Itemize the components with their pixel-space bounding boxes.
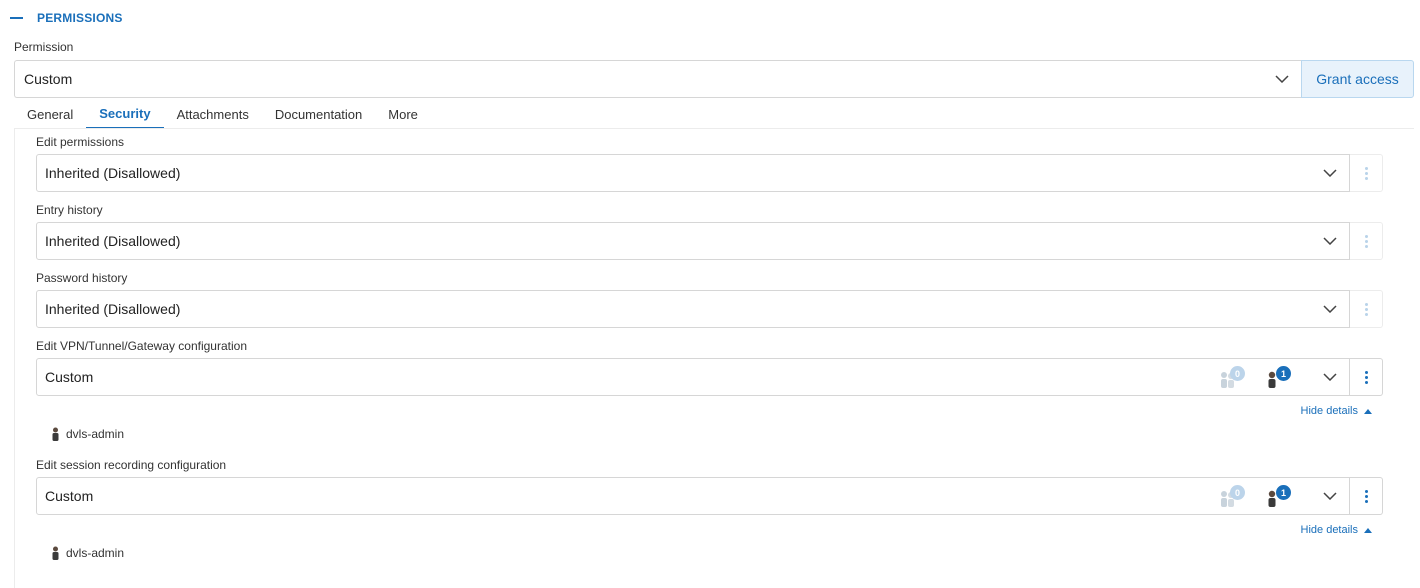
tab-documentation[interactable]: Documentation <box>262 102 375 127</box>
user-icon <box>51 546 60 560</box>
tab-bar: General Security Attachments Documentati… <box>14 102 431 129</box>
kebab-menu-icon[interactable] <box>1350 222 1383 260</box>
assigned-user: dvls-admin <box>51 546 124 560</box>
users-group-icon[interactable]: 0 <box>1219 366 1245 388</box>
triangle-up-icon <box>1364 527 1372 533</box>
field-value: Inherited (Disallowed) <box>45 233 181 249</box>
field-row-edit-permissions: Inherited (Disallowed) <box>36 154 1383 192</box>
security-panel: Edit permissions Inherited (Disallowed) … <box>14 128 1414 588</box>
permission-value: Custom <box>24 71 73 87</box>
hide-details-link[interactable]: Hide details <box>1301 405 1372 417</box>
session-recording-select[interactable]: Custom 0 1 <box>36 477 1350 515</box>
field-row-password-history: Inherited (Disallowed) <box>36 290 1383 328</box>
assigned-user: dvls-admin <box>51 427 124 441</box>
chevron-down-icon <box>1275 75 1289 83</box>
permission-row: Custom Grant access <box>14 60 1414 98</box>
tab-general[interactable]: General <box>14 102 86 127</box>
kebab-menu-icon[interactable] <box>1350 154 1383 192</box>
user-name: dvls-admin <box>66 546 125 560</box>
permission-label: Permission <box>14 40 74 54</box>
field-label-edit-permissions: Edit permissions <box>36 135 125 149</box>
field-row-vpn-config: Custom 0 1 <box>36 358 1383 396</box>
chevron-down-icon <box>1323 305 1337 313</box>
chevron-down-icon <box>1323 492 1337 500</box>
hide-details-label: Hide details <box>1300 524 1358 536</box>
permissions-section-header[interactable]: PERMISSIONS <box>10 10 123 26</box>
vpn-config-select[interactable]: Custom 0 1 <box>36 358 1350 396</box>
grant-access-button[interactable]: Grant access <box>1301 60 1414 98</box>
user-icon[interactable]: 1 <box>1265 485 1291 507</box>
field-value: Inherited (Disallowed) <box>45 301 181 317</box>
field-row-session-recording: Custom 0 1 <box>36 477 1383 515</box>
entry-history-select[interactable]: Inherited (Disallowed) <box>36 222 1350 260</box>
group-count-badge: 0 <box>1230 485 1245 500</box>
triangle-up-icon <box>1364 408 1372 414</box>
minus-icon[interactable] <box>10 17 23 19</box>
user-count-badge: 1 <box>1276 366 1291 381</box>
users-group-icon[interactable]: 0 <box>1219 485 1245 507</box>
user-count-badge: 1 <box>1276 485 1291 500</box>
tab-attachments[interactable]: Attachments <box>164 102 262 127</box>
field-row-entry-history: Inherited (Disallowed) <box>36 222 1383 260</box>
hide-details-label: Hide details <box>1300 405 1358 417</box>
field-label-entry-history: Entry history <box>36 203 103 217</box>
field-label-session-recording: Edit session recording configuration <box>36 458 227 472</box>
edit-permissions-select[interactable]: Inherited (Disallowed) <box>36 154 1350 192</box>
kebab-menu-icon[interactable] <box>1350 477 1383 515</box>
chevron-down-icon <box>1323 237 1337 245</box>
chevron-down-icon <box>1323 373 1337 381</box>
chevron-down-icon <box>1323 169 1337 177</box>
group-count-badge: 0 <box>1230 366 1245 381</box>
field-label-password-history: Password history <box>36 271 128 285</box>
tab-security[interactable]: Security <box>86 102 164 129</box>
kebab-menu-icon[interactable] <box>1350 290 1383 328</box>
kebab-menu-icon[interactable] <box>1350 358 1383 396</box>
field-value: Custom <box>45 488 94 504</box>
user-icon <box>51 427 60 441</box>
field-value: Custom <box>45 369 94 385</box>
section-title: PERMISSIONS <box>37 11 123 25</box>
field-label-vpn-config: Edit VPN/Tunnel/Gateway configuration <box>36 339 248 353</box>
tab-more[interactable]: More <box>375 102 431 127</box>
password-history-select[interactable]: Inherited (Disallowed) <box>36 290 1350 328</box>
field-value: Inherited (Disallowed) <box>45 165 181 181</box>
user-icon[interactable]: 1 <box>1265 366 1291 388</box>
permission-select[interactable]: Custom <box>14 60 1301 98</box>
user-name: dvls-admin <box>66 427 125 441</box>
hide-details-link[interactable]: Hide details <box>1301 524 1372 536</box>
